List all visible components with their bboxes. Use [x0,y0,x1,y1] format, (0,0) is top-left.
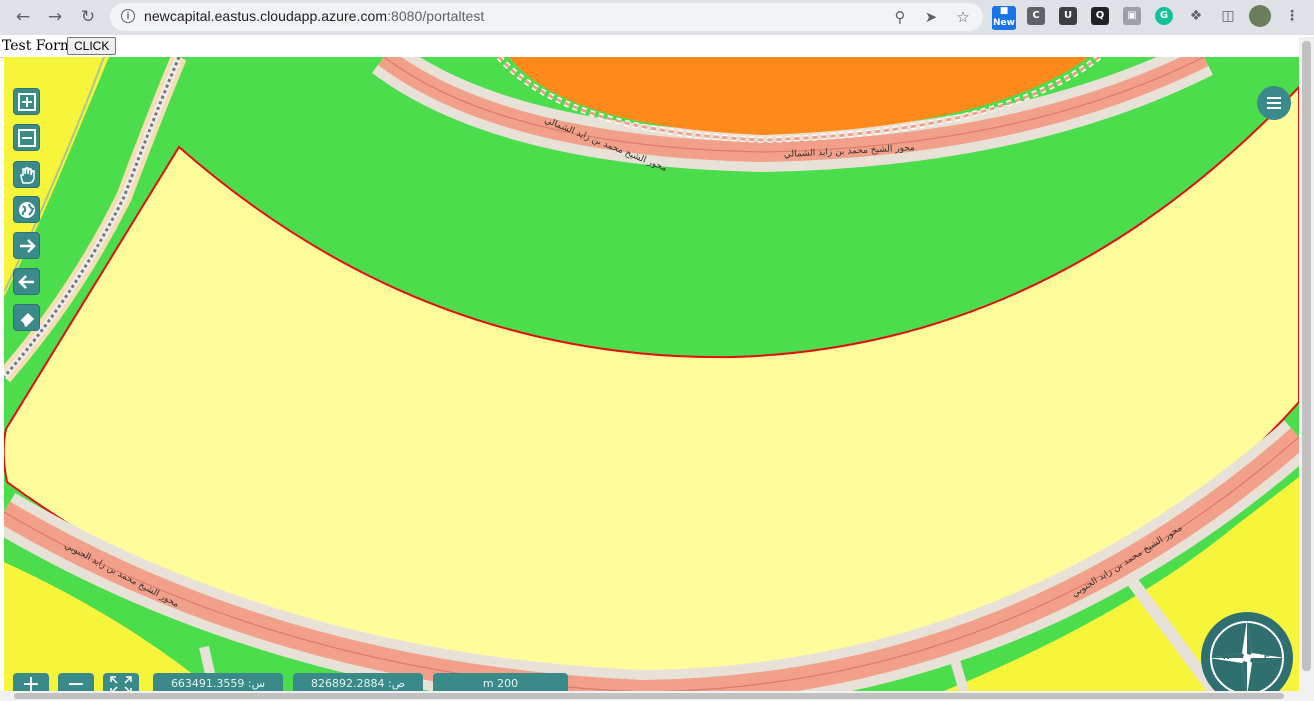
y-coordinate-readout: 826892.2884 :ص [293,673,423,691]
site-info-icon[interactable]: i [121,9,135,23]
back-icon[interactable]: ← [12,6,34,28]
layers-menu-button[interactable] [1257,86,1291,120]
arrow-right-icon[interactable] [13,232,40,259]
menu-kebab-icon[interactable]: ⋮ [1283,7,1301,25]
pan-hand-icon[interactable] [13,161,40,188]
profile-avatar[interactable] [1249,5,1271,27]
extension-c-icon[interactable]: C [1027,7,1045,25]
zoom-in-button[interactable]: + [13,673,49,691]
vertical-scrollbar[interactable] [1299,37,1314,691]
zoom-out-box-icon[interactable] [13,124,40,151]
compass-east-label: E [1264,651,1271,661]
forward-icon[interactable]: → [44,6,66,28]
url-text[interactable]: newcapital.eastus.cloudapp.azure.com:808… [144,8,484,24]
bookmark-star-icon[interactable]: ☆ [953,7,973,27]
arrow-left-icon[interactable] [13,268,40,295]
compass[interactable]: W E [1201,612,1293,691]
hamburger-icon [1267,97,1281,109]
extension-search-icon[interactable]: Q [1091,7,1109,25]
eraser-icon[interactable] [13,304,40,331]
browser-toolbar: ← → ↻ i newcapital.eastus.cloudapp.azure… [0,0,1314,35]
fullscreen-icon [110,676,132,691]
scale-readout: m 200 [433,673,568,691]
extension-shield-icon[interactable]: U [1059,7,1077,25]
reload-icon[interactable]: ↻ [77,6,99,28]
zoom-out-button[interactable]: − [58,673,94,691]
fullscreen-button[interactable] [103,673,139,691]
compass-west-label: W [1222,651,1231,661]
horizontal-scrollbar[interactable] [0,691,1314,701]
vertical-scroll-thumb[interactable] [1302,41,1311,671]
zoom-in-box-icon[interactable] [13,88,40,115]
horizontal-scroll-thumb[interactable] [14,693,1284,699]
side-panel-icon[interactable]: ◫ [1219,7,1237,25]
extension-new-icon[interactable]: New ■ [992,6,1016,30]
test-form-label: Test Form [2,38,74,54]
extensions-puzzle-icon[interactable]: ❖ [1187,7,1205,25]
compass-icon [1209,620,1285,691]
test-form-bar: Test Form CLICK [0,35,1314,58]
globe-icon[interactable] [13,196,40,223]
map-canvas[interactable]: محور الشيخ محمد بن زايد الشمالي محور الش… [4,57,1299,691]
click-button[interactable]: CLICK [67,37,117,55]
address-bar[interactable]: i newcapital.eastus.cloudapp.azure.com:8… [110,3,983,31]
zoom-icon[interactable]: ⚲ [890,7,910,27]
x-coordinate-readout: 663491.3559 :س [153,673,283,691]
map-view[interactable]: محور الشيخ محمد بن زايد الشمالي محور الش… [4,57,1299,691]
extension-square-icon[interactable]: ▣ [1123,7,1141,25]
share-icon[interactable]: ➤ [921,7,941,27]
grammarly-icon[interactable]: G [1155,7,1173,25]
